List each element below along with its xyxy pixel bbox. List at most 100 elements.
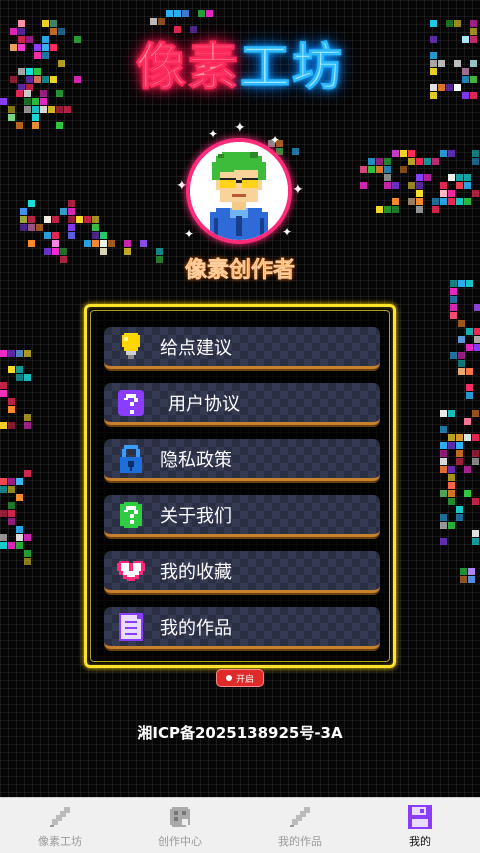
pixel-dot <box>392 182 399 189</box>
pixel-dot <box>432 206 439 213</box>
pixel-dot <box>456 182 463 189</box>
pixel-dot <box>432 158 439 165</box>
pixel-dot <box>20 216 27 223</box>
pixel-dot <box>450 288 457 295</box>
pixel-dot <box>458 320 465 327</box>
icp-license[interactable]: 湘ICP备2025138925号-3A <box>0 722 480 743</box>
pixel-dot <box>68 232 75 239</box>
pixel-dot <box>360 182 367 189</box>
document-icon <box>116 612 146 642</box>
pixel-dot <box>464 418 471 425</box>
pixel-dot <box>450 296 457 303</box>
sparkle-icon: ✦ <box>184 227 195 241</box>
menu-item-label: 用户协议 <box>168 393 240 415</box>
pixel-dot <box>408 198 415 205</box>
pixel-dot <box>440 490 447 497</box>
menu-item-privacy-policy[interactable]: 隐私政策 <box>104 439 380 481</box>
pixel-dot <box>28 240 35 247</box>
avatar[interactable]: ✦ ✦ ✦ ✦ ✦ ✦ ✦ <box>176 121 304 252</box>
pixel-dot <box>68 200 75 207</box>
pixel-dot <box>408 158 415 165</box>
pixel-dot <box>474 328 480 335</box>
app-title-part2: 工坊 <box>240 38 344 97</box>
menu-item-my-works[interactable]: 我的作品 <box>104 607 380 649</box>
app-title: 像素工坊 <box>0 32 480 102</box>
pixel-dot <box>108 240 115 247</box>
pixel-dot <box>36 224 43 231</box>
nav-tab-creation-center[interactable]: 创作中心 <box>120 798 240 853</box>
pixel-dot <box>384 166 391 173</box>
toggle-button[interactable]: 开启 <box>216 669 264 687</box>
pixel-dot <box>456 450 463 457</box>
pixel-dot <box>24 558 31 565</box>
pixel-dot <box>440 182 447 189</box>
pixel-dot <box>8 486 15 493</box>
pixel-dot <box>0 382 7 389</box>
pixel-dot <box>432 198 439 205</box>
nav-tab-pixel-workshop[interactable]: 像素工坊 <box>0 798 120 853</box>
menu-item-label: 隐私政策 <box>160 449 232 471</box>
nav-tab-mine[interactable]: 我的 <box>360 798 480 853</box>
pixel-dot <box>206 10 213 17</box>
pixel-dot <box>0 350 7 357</box>
pixel-dot <box>92 216 99 223</box>
nav-label: 我的作品 <box>278 835 322 848</box>
pixel-dot <box>470 20 477 27</box>
pixel-dot <box>42 20 49 27</box>
pixel-dot <box>450 304 457 311</box>
pixel-dot <box>392 198 399 205</box>
pixel-dot <box>450 312 457 319</box>
pixel-dot <box>400 166 407 173</box>
menu-panel: 给点建议 用户协议 隐私政策 关于我们 我的收藏 我的作品 <box>84 304 396 668</box>
menu-item-label: 我的作品 <box>160 617 232 639</box>
pixel-dot <box>50 20 57 27</box>
pixel-dot <box>460 568 467 575</box>
pixel-dot <box>416 158 423 165</box>
pixel-dot <box>440 522 447 529</box>
pixel-dot <box>8 502 15 509</box>
pixel-dot <box>0 534 7 541</box>
pixel-dot <box>92 240 99 247</box>
pixel-dot <box>464 466 471 473</box>
pixel-dot <box>376 166 383 173</box>
pixel-dot <box>44 232 51 239</box>
pixel-dot <box>472 190 479 197</box>
palette-icon <box>167 804 193 830</box>
pixel-dot <box>84 240 91 247</box>
pixel-dot <box>456 514 463 521</box>
pixel-dot <box>16 494 23 501</box>
pixel-dot <box>92 232 99 239</box>
pixel-dot <box>458 352 465 359</box>
pixel-dot <box>466 368 473 375</box>
pixel-dot <box>464 434 471 441</box>
pixel-dot <box>0 486 7 493</box>
nav-label: 我的 <box>409 835 431 848</box>
nav-tab-my-works[interactable]: 我的作品 <box>240 798 360 853</box>
pixel-dot <box>360 166 367 173</box>
pixel-dot <box>464 174 471 181</box>
menu-item-user-agreement[interactable]: 用户协议 <box>104 383 380 425</box>
pixel-dot <box>440 514 447 521</box>
pixel-dot <box>92 224 99 231</box>
pixel-dot <box>448 434 455 441</box>
pixel-dot <box>440 198 447 205</box>
menu-item-favorites[interactable]: 我的收藏 <box>104 551 380 593</box>
pixel-dot <box>384 174 391 181</box>
pixel-dot <box>466 344 473 351</box>
pixel-dot <box>448 190 455 197</box>
pixel-dot <box>472 410 479 417</box>
pixel-dot <box>24 550 31 557</box>
pixel-dot <box>8 350 15 357</box>
nav-label: 像素工坊 <box>38 835 82 848</box>
pixel-dot <box>140 240 147 247</box>
menu-item-feedback[interactable]: 给点建议 <box>104 327 380 369</box>
pixel-dot <box>424 174 431 181</box>
pixel-dot <box>16 366 23 373</box>
pixel-dot <box>448 522 455 529</box>
pixel-dot <box>448 150 455 157</box>
sparkle-icon: ✦ <box>292 182 304 198</box>
pixel-dot <box>466 384 473 391</box>
menu-item-about-us[interactable]: 关于我们 <box>104 495 380 537</box>
pixel-dot <box>8 406 15 413</box>
toggle-label: 开启 <box>235 674 254 685</box>
